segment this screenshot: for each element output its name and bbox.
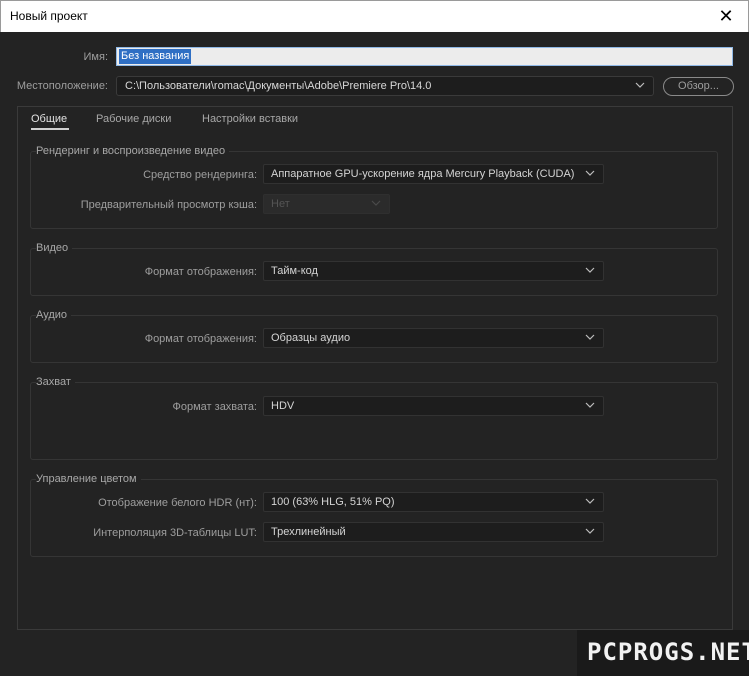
active-tab-indicator: [31, 128, 69, 130]
chevron-down-icon: [370, 197, 382, 209]
chevron-down-icon: [634, 79, 646, 91]
name-label: Имя:: [83, 51, 108, 63]
tab-scratch-disks[interactable]: Рабочие диски: [96, 113, 171, 125]
color-management-group-title: Управление цветом: [36, 473, 141, 485]
watermark: PCPROGS.NET: [577, 630, 749, 676]
hdr-white-select[interactable]: 100 (63% HLG, 51% PQ): [263, 492, 604, 512]
rendering-group: [30, 151, 718, 229]
audio-display-format-value: Образцы аудио: [271, 332, 351, 344]
preview-cache-select: Нет: [263, 194, 390, 214]
chevron-down-icon: [584, 525, 596, 537]
audio-display-format-select[interactable]: Образцы аудио: [263, 328, 604, 348]
capture-group: [30, 382, 718, 460]
lut-interpolation-value: Трехлинейный: [271, 526, 346, 538]
chevron-down-icon: [584, 331, 596, 343]
renderer-label: Средство рендеринга:: [143, 169, 257, 181]
video-display-format-select[interactable]: Тайм-код: [263, 261, 604, 281]
chevron-down-icon: [584, 399, 596, 411]
chevron-down-icon: [584, 264, 596, 276]
video-display-format-value: Тайм-код: [271, 265, 318, 277]
video-group-title: Видео: [36, 242, 73, 254]
tab-ingest-settings[interactable]: Настройки вставки: [202, 113, 298, 125]
capture-format-label: Формат захвата:: [172, 401, 257, 413]
video-display-format-label: Формат отображения:: [144, 266, 257, 278]
location-value: C:\Пользователи\romac\Документы\Adobe\Pr…: [125, 80, 432, 92]
lut-interpolation-label: Интерполяция 3D-таблицы LUT:: [93, 527, 257, 539]
browse-button[interactable]: Обзор...: [663, 77, 734, 96]
rendering-group-title: Рендеринг и воспроизведение видео: [36, 145, 230, 157]
project-name-input[interactable]: Без названия: [116, 47, 733, 66]
capture-format-select[interactable]: HDV: [263, 396, 604, 416]
color-management-group: [30, 479, 718, 557]
chevron-down-icon: [584, 495, 596, 507]
location-select[interactable]: C:\Пользователи\romac\Документы\Adobe\Pr…: [116, 76, 654, 96]
renderer-select[interactable]: Аппаратное GPU-ускорение ядра Mercury Pl…: [263, 164, 604, 184]
lut-interpolation-select[interactable]: Трехлинейный: [263, 522, 604, 542]
chevron-down-icon: [584, 167, 596, 179]
location-label: Местоположение:: [16, 80, 108, 92]
audio-display-format-label: Формат отображения:: [144, 333, 257, 345]
project-name-value: Без названия: [119, 49, 192, 64]
watermark-text: PCPROGS.NET: [587, 638, 749, 666]
close-icon[interactable]: ✕: [712, 3, 740, 29]
window-title: Новый проект: [10, 9, 88, 23]
capture-format-value: HDV: [271, 400, 295, 412]
tab-general[interactable]: Общие: [31, 113, 67, 125]
hdr-white-label: Отображение белого HDR (нт):: [98, 497, 257, 509]
preview-cache-value: Нет: [271, 198, 290, 210]
hdr-white-value: 100 (63% HLG, 51% PQ): [271, 496, 395, 508]
capture-group-title: Захват: [36, 376, 75, 388]
audio-group-title: Аудио: [36, 309, 72, 321]
title-bar: Новый проект ✕: [0, 0, 749, 32]
renderer-value: Аппаратное GPU-ускорение ядра Mercury Pl…: [271, 168, 575, 180]
preview-cache-label: Предварительный просмотр кэша:: [80, 199, 257, 211]
